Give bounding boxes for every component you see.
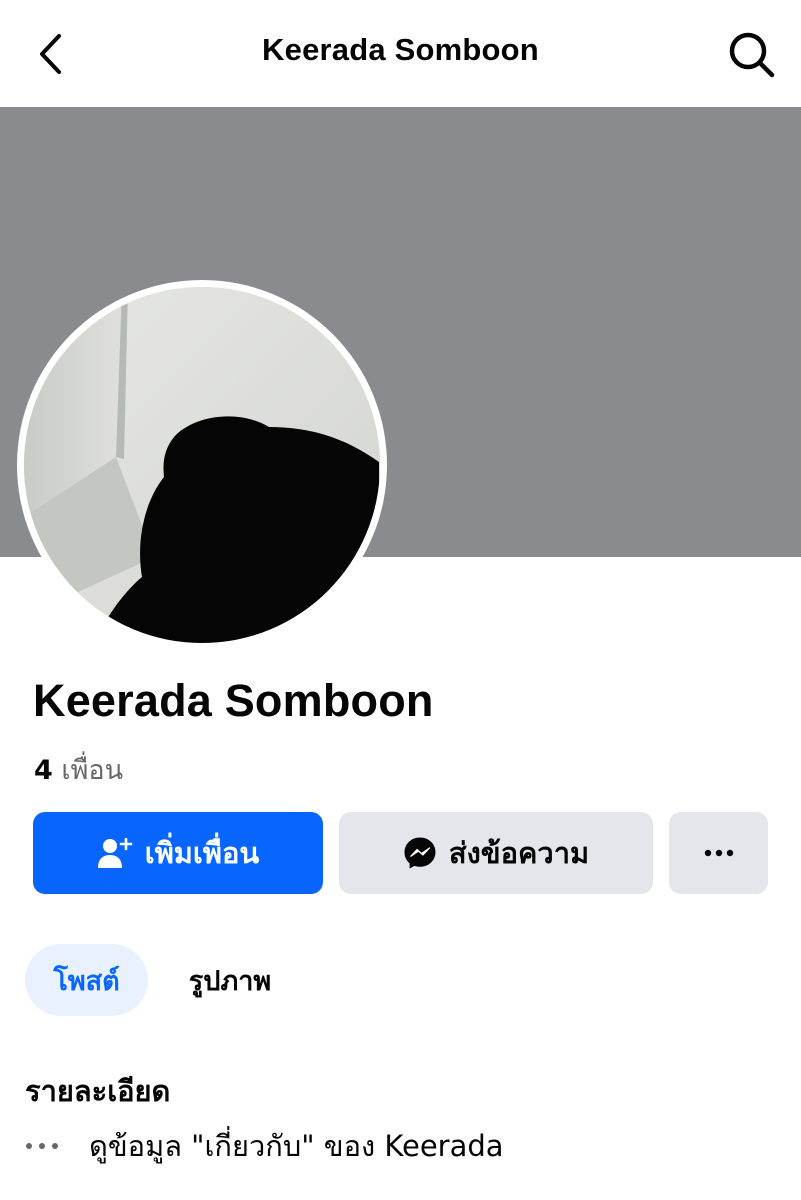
avatar-image — [24, 287, 380, 643]
profile-avatar[interactable] — [24, 287, 380, 643]
tab-photos[interactable]: รูปภาพ — [165, 944, 295, 1016]
search-button[interactable] — [723, 28, 781, 82]
message-button[interactable]: ส่งข้อความ — [339, 812, 653, 894]
profile-name: Keerada Somboon — [33, 675, 434, 726]
tab-posts[interactable]: โพสต์ — [25, 944, 148, 1016]
more-button[interactable] — [669, 812, 768, 894]
friends-label: เพื่อน — [61, 755, 124, 786]
more-dots-icon — [25, 1142, 89, 1150]
message-label: ส่งข้อความ — [448, 836, 590, 870]
top-bar: Keerada Somboon — [0, 0, 801, 107]
messenger-icon — [403, 836, 437, 870]
search-icon — [729, 32, 775, 78]
add-friend-button[interactable]: เพิ่มเพื่อน — [33, 812, 323, 894]
friends-number: 4 — [34, 755, 53, 786]
friends-count[interactable]: 4 เพื่อน — [34, 748, 123, 791]
add-friend-label: เพิ่มเพื่อน — [144, 836, 260, 870]
about-text: ดูข้อมูล "เกี่ยวกับ" ของ Keerada — [89, 1129, 504, 1163]
more-horizontal-icon — [704, 849, 733, 857]
add-friend-icon — [97, 837, 133, 869]
about-link[interactable]: ดูข้อมูล "เกี่ยวกับ" ของ Keerada — [25, 1124, 504, 1168]
details-heading: รายละเอียด — [25, 1074, 171, 1108]
page-title: Keerada Somboon — [262, 32, 539, 67]
profile-actions: เพิ่มเพื่อน ส่งข้อความ — [0, 812, 801, 894]
